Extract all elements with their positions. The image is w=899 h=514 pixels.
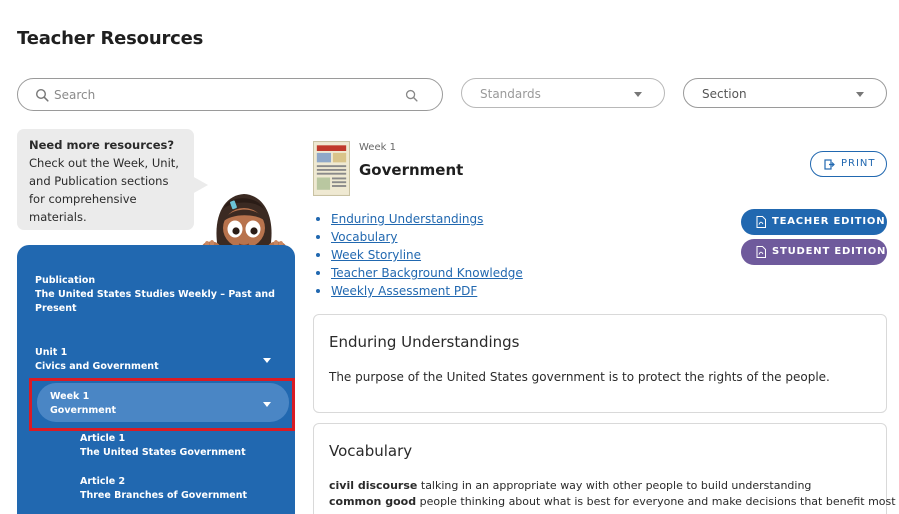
vocab-term: civil discourse [329,479,418,492]
week-eyebrow: Week 1 [359,142,396,153]
publication-name: The United States Studies Weekly – Past … [35,289,275,314]
section-links: Enduring Understandings Vocabulary Week … [316,210,523,300]
search-icon [35,88,49,102]
article-kicker: Article 1 [80,433,126,444]
pdf-icon [756,246,766,258]
pdf-icon [756,216,766,228]
card-title: Vocabulary [329,442,413,460]
vocab-term: common good [329,495,417,508]
chevron-down-icon[interactable] [263,358,271,363]
chevron-down-icon [634,92,642,97]
print-icon [824,159,835,170]
help-bubble-body: Check out the Week, Unit, and Publicatio… [29,156,179,224]
search-input[interactable] [54,79,394,110]
help-bubble: Need more resources? Check out the Week,… [17,129,194,230]
article-name: The United States Government [80,447,246,458]
link-enduring-understandings[interactable]: Enduring Understandings [331,212,483,226]
vocab-entry: civil discourse talking in an appropriat… [329,479,811,492]
sidebar-item-article[interactable]: Article 1 The United States Government [80,432,280,460]
article-kicker: Article 2 [80,476,126,487]
student-edition-button[interactable]: STUDENT EDITION [741,239,887,265]
vocab-entry: common good people thinking about what i… [329,495,896,508]
teacher-edition-label: TEACHER EDITION [772,216,886,227]
link-weekly-assessment-pdf[interactable]: Weekly Assessment PDF [331,284,477,298]
publication-kicker: Publication [35,275,96,286]
link-vocabulary[interactable]: Vocabulary [331,230,398,244]
search-bar[interactable] [17,78,443,111]
list-item: Week Storyline [316,246,523,264]
help-bubble-heading: Need more resources? [29,138,175,152]
publication-thumbnail [313,141,350,196]
sidebar-item-publication[interactable]: Publication The United States Studies We… [35,274,275,316]
link-week-storyline[interactable]: Week Storyline [331,248,421,262]
article-name: Three Branches of Government [80,490,248,501]
vocab-definition: talking in an appropriate way with other… [420,479,812,492]
page-title: Teacher Resources [17,28,204,49]
list-item: Vocabulary [316,228,523,246]
enduring-understandings-card: Enduring Understandings The purpose of t… [313,314,887,413]
student-edition-label: STUDENT EDITION [772,246,887,257]
sidebar-item-article[interactable]: Article 2 Three Branches of Government [80,475,290,503]
sidebar-item-unit[interactable]: Unit 1 Civics and Government [35,346,255,374]
standards-select-label: Standards [480,87,541,101]
section-select-label: Section [702,87,747,101]
magnifier-icon[interactable] [405,89,418,102]
mascot-illustration [202,194,286,253]
highlight-frame [29,378,295,431]
chevron-down-icon [856,92,864,97]
link-teacher-background-knowledge[interactable]: Teacher Background Knowledge [331,266,523,280]
unit-name: Civics and Government [35,361,159,372]
teacher-edition-button[interactable]: TEACHER EDITION [741,209,887,235]
card-body: The purpose of the United States governm… [329,370,830,384]
card-title: Enduring Understandings [329,333,520,351]
unit-kicker: Unit 1 [35,347,68,358]
section-select[interactable]: Section [683,78,887,108]
print-button-label: PRINT [841,158,876,169]
standards-select[interactable]: Standards [461,78,665,108]
print-button[interactable]: PRINT [810,151,887,177]
week-title: Government [359,161,464,179]
list-item: Enduring Understandings [316,210,523,228]
list-item: Teacher Background Knowledge [316,264,523,282]
vocabulary-card: Vocabulary civil discourse talking in an… [313,423,896,514]
vocab-definition: people thinking about what is best for e… [419,495,896,508]
list-item: Weekly Assessment PDF [316,282,523,300]
